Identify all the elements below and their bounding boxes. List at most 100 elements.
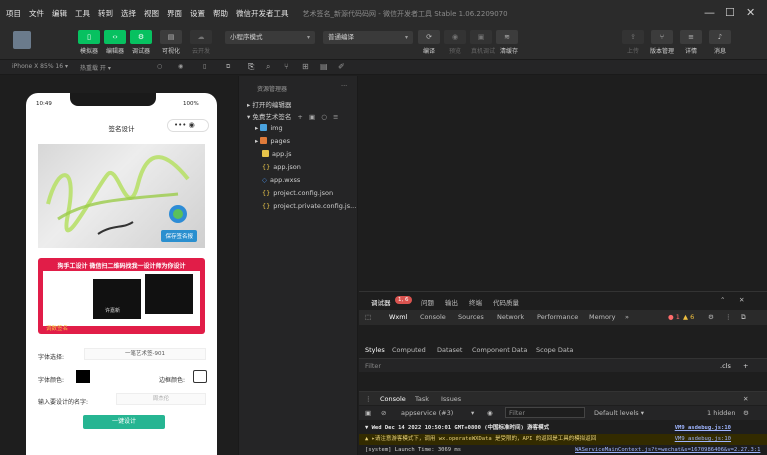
compile-button[interactable]: ⟳ bbox=[418, 30, 440, 44]
chevron-down-icon[interactable]: ▾ bbox=[471, 409, 474, 417]
tab-styles[interactable]: Styles bbox=[365, 346, 385, 354]
menu-file[interactable]: 文件 bbox=[29, 8, 44, 19]
pin-icon[interactable]: ✐ bbox=[338, 62, 345, 71]
drawer-tab-console[interactable]: Console bbox=[380, 395, 406, 403]
compile-select[interactable]: 普通编译 ▾ bbox=[323, 31, 413, 44]
remote-debug-button[interactable]: ▣ bbox=[470, 30, 492, 44]
generate-button[interactable]: 一键设计 bbox=[83, 415, 165, 429]
tab-network[interactable]: Network bbox=[497, 313, 524, 321]
tree-item-img[interactable]: ▸ img bbox=[255, 124, 283, 132]
menu-wechat-devtools[interactable]: 微信开发者工具 bbox=[236, 8, 289, 19]
minimize-button[interactable]: — bbox=[704, 6, 715, 19]
debug-icon[interactable]: ⊞ bbox=[302, 62, 309, 71]
mode-select[interactable]: 小程序模式 ▾ bbox=[225, 31, 315, 44]
tab-code-quality[interactable]: 代码质量 bbox=[493, 297, 519, 307]
tab-sources[interactable]: Sources bbox=[458, 313, 484, 321]
version-button[interactable]: ⑂ bbox=[651, 30, 673, 44]
close-icon[interactable]: ✕ bbox=[743, 395, 748, 403]
target-icon[interactable]: ◉ bbox=[178, 63, 183, 70]
record-icon[interactable]: ○ bbox=[157, 63, 162, 70]
tab-dataset[interactable]: Dataset bbox=[437, 346, 462, 354]
avatar[interactable] bbox=[13, 31, 31, 49]
warning-count[interactable]: ▲ 6 bbox=[683, 313, 694, 321]
new-folder-icon[interactable]: ▣ bbox=[309, 113, 315, 121]
inspect-icon[interactable]: ⬚ bbox=[365, 313, 371, 321]
console-source-link[interactable]: VM9 asdebug.js:10 bbox=[675, 423, 731, 434]
menu-goto[interactable]: 转到 bbox=[98, 8, 113, 19]
menu-view[interactable]: 视图 bbox=[144, 8, 159, 19]
phone-icon[interactable]: ▯ bbox=[203, 63, 206, 70]
name-input[interactable]: 周杰伦 bbox=[116, 393, 206, 405]
device-select[interactable]: iPhone X 85% 16 ▾ bbox=[12, 63, 68, 70]
console-source-link[interactable]: WAServiceMainContext.js?t=wechat&s=16709… bbox=[575, 445, 760, 455]
tab-component-data[interactable]: Component Data bbox=[472, 346, 527, 354]
editor-toggle[interactable]: ‹› bbox=[104, 30, 126, 44]
drawer-tab-issues[interactable]: Issues bbox=[441, 395, 461, 403]
debugger-toggle[interactable]: ⚙ bbox=[130, 30, 152, 44]
cls-toggle[interactable]: .cls bbox=[720, 362, 731, 370]
capsule-menu[interactable]: ••• ◉ bbox=[167, 119, 209, 132]
context-select[interactable]: appservice (#3) bbox=[401, 409, 453, 417]
chevron-up-icon[interactable]: ⌃ bbox=[720, 296, 725, 304]
details-button[interactable]: ≡ bbox=[680, 30, 702, 44]
menu-tools[interactable]: 工具 bbox=[75, 8, 90, 19]
drawer-menu-icon[interactable]: ⋮ bbox=[365, 395, 372, 403]
tab-problems[interactable]: 问题 bbox=[421, 297, 434, 307]
maximize-button[interactable]: ☐ bbox=[725, 6, 735, 19]
log-levels-select[interactable]: Default levels ▾ bbox=[594, 409, 644, 417]
more-tabs-button[interactable]: » bbox=[625, 313, 629, 321]
tab-terminal[interactable]: 终端 bbox=[469, 297, 482, 307]
tab-console[interactable]: Console bbox=[420, 313, 446, 321]
font-color-swatch[interactable] bbox=[76, 370, 90, 383]
hot-reload-select[interactable]: 热重载 开 ▾ bbox=[80, 63, 111, 72]
tree-item-app-wxss[interactable]: ◇ app.wxss bbox=[262, 176, 300, 184]
collapse-icon[interactable]: ≡ bbox=[333, 113, 338, 121]
git-icon[interactable]: ⑂ bbox=[284, 62, 289, 71]
upload-button[interactable]: ⇪ bbox=[622, 30, 644, 44]
menu-select[interactable]: 选择 bbox=[121, 8, 136, 19]
border-color-swatch[interactable] bbox=[193, 370, 207, 383]
tree-item-app-js[interactable]: app.js bbox=[262, 150, 292, 158]
menu-project[interactable]: 项目 bbox=[6, 8, 21, 19]
preview-button[interactable]: ◉ bbox=[444, 30, 466, 44]
more-icon[interactable]: ··· bbox=[341, 82, 347, 90]
eye-icon[interactable]: ◉ bbox=[487, 409, 493, 417]
files-icon[interactable]: ⎘ bbox=[248, 62, 254, 72]
kebab-icon[interactable]: ⋮ bbox=[725, 313, 732, 321]
close-icon[interactable]: ✕ bbox=[739, 296, 744, 304]
project-section[interactable]: ▾ 免费艺术签名 + ▣ ○ ≡ bbox=[247, 111, 338, 121]
tree-item-pages[interactable]: ▸ pages bbox=[255, 137, 290, 145]
tab-performance[interactable]: Performance bbox=[537, 313, 578, 321]
extensions-icon[interactable]: ▤ bbox=[320, 62, 328, 71]
visual-toggle[interactable]: ▤ bbox=[160, 30, 182, 44]
clear-cache-button[interactable]: ≋ bbox=[496, 30, 518, 44]
tab-memory[interactable]: Memory bbox=[589, 313, 615, 321]
console-filter-input[interactable]: Filter bbox=[505, 407, 585, 418]
add-style-button[interactable]: + bbox=[743, 362, 748, 370]
sidebar-toggle-icon[interactable]: ▣ bbox=[365, 409, 371, 417]
tab-debugger[interactable]: 调试器 bbox=[371, 297, 391, 307]
font-select[interactable]: 一笔艺术签-901 bbox=[84, 348, 206, 360]
gear-icon[interactable]: ⚙ bbox=[743, 409, 749, 417]
messages-button[interactable]: ♪ bbox=[709, 30, 731, 44]
menu-help[interactable]: 帮助 bbox=[213, 8, 228, 19]
console-source-link[interactable]: VM9 asdebug.js:10 bbox=[675, 434, 731, 445]
tree-item-app-json[interactable]: {} app.json bbox=[262, 163, 301, 171]
simulator-toggle[interactable]: ▯ bbox=[78, 30, 100, 44]
tab-wxml[interactable]: Wxml bbox=[389, 313, 407, 321]
gear-icon[interactable]: ⚙ bbox=[708, 313, 714, 321]
styles-filter[interactable]: Filter .cls + bbox=[359, 358, 767, 372]
menu-edit[interactable]: 编辑 bbox=[52, 8, 67, 19]
editor-area[interactable] bbox=[359, 76, 767, 291]
dock-icon[interactable]: ⧉ bbox=[741, 313, 746, 322]
window-icon[interactable]: ⧉ bbox=[226, 63, 230, 71]
error-count[interactable]: ● 1 bbox=[668, 313, 680, 321]
refresh-icon[interactable]: ○ bbox=[321, 113, 327, 121]
close-button[interactable]: ✕ bbox=[746, 6, 755, 19]
tree-item-project-config[interactable]: {} project.config.json bbox=[262, 189, 333, 197]
new-file-icon[interactable]: + bbox=[297, 113, 302, 121]
save-signature-button[interactable]: 保存签名报 bbox=[161, 230, 197, 242]
tab-scope-data[interactable]: Scope Data bbox=[536, 346, 573, 354]
search-icon[interactable]: ⌕ bbox=[266, 62, 270, 72]
open-editors-section[interactable]: ▸ 打开的编辑器 bbox=[247, 99, 291, 109]
